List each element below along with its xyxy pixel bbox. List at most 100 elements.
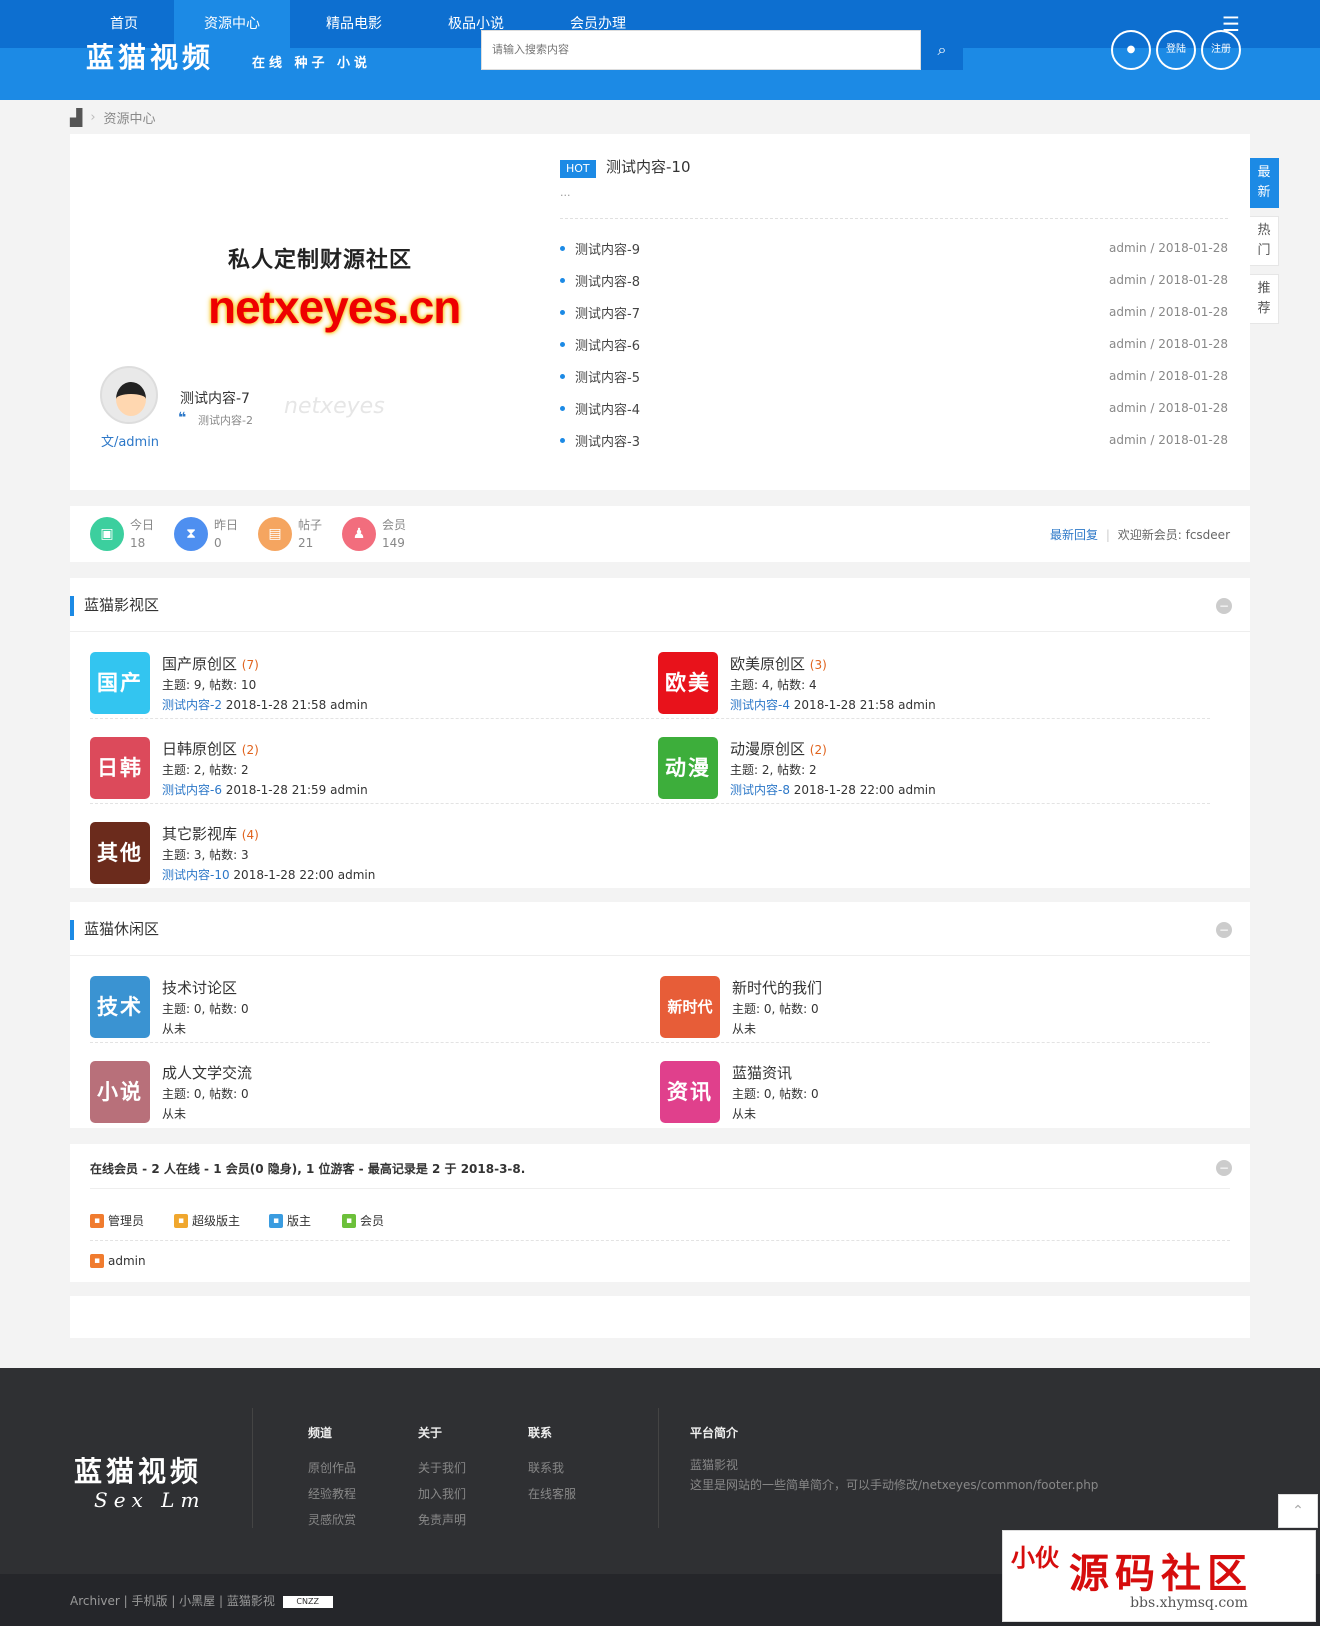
- forum-item[interactable]: 欧美 欧美原创区 (3) 主题: 4, 帖数: 4 测试内容-4 2018-1-…: [638, 632, 1206, 716]
- author-link[interactable]: 文/admin: [100, 431, 160, 450]
- last-post-link[interactable]: 测试内容-8: [730, 783, 790, 797]
- divider: [658, 1408, 659, 1528]
- forum-stats: 主题: 0, 帖数: 0: [162, 1087, 249, 1101]
- forum-icon[interactable]: 日韩: [90, 737, 150, 799]
- section-header: 蓝猫影视区 −: [70, 578, 1250, 632]
- last-post-link[interactable]: 测试内容-4: [730, 698, 790, 712]
- stat-posts: ▤ 帖子 21: [258, 516, 322, 552]
- forum-item[interactable]: 小说 成人文学交流 主题: 0, 帖数: 0 从未: [70, 1041, 638, 1125]
- last-post-link[interactable]: 测试内容-2: [162, 698, 222, 712]
- forum-icon[interactable]: 技术: [90, 976, 150, 1038]
- hero-image-domain: netxeyes.cn: [208, 281, 461, 333]
- forum-stats: 主题: 9, 帖数: 10: [162, 678, 257, 692]
- forum-last-post: 从未: [732, 1022, 757, 1036]
- section-header: 蓝猫休闲区 −: [70, 902, 1250, 956]
- last-post-link[interactable]: 测试内容-6: [162, 783, 222, 797]
- stat-members: ♟ 会员 149: [342, 516, 406, 552]
- site-logo[interactable]: 蓝猫视频: [86, 36, 214, 76]
- featured-quote: 测试内容-2: [198, 414, 253, 427]
- forum-item[interactable]: 其他 其它影视库 (4) 主题: 3, 帖数: 3 测试内容-10 2018-1…: [70, 802, 638, 886]
- list-item[interactable]: 测试内容-7 admin / 2018-01-28: [560, 296, 1228, 328]
- latest-reply-link[interactable]: 最新回复: [1050, 528, 1098, 542]
- side-tab-hot[interactable]: 热门: [1249, 216, 1279, 266]
- search-button[interactable]: ⌕: [921, 30, 963, 70]
- collapse-icon[interactable]: −: [1216, 598, 1232, 614]
- avatar-face-icon: [116, 382, 146, 416]
- empty-panel: [70, 1296, 1250, 1338]
- online-summary[interactable]: 在线会员 - 2 人在线 - 1 会员(0 隐身), 1 位游客 - 最高记录是…: [90, 1160, 525, 1177]
- hero-panel: 私人定制财源社区 netxeyes.cn 文/admin 测试内容-7 ❝ 测试…: [70, 134, 1250, 490]
- forum-name[interactable]: 欧美原创区: [730, 655, 805, 673]
- list-item[interactable]: 测试内容-4 admin / 2018-01-28: [560, 392, 1228, 424]
- admin-user-icon: ▪: [90, 1254, 104, 1268]
- nav-item-movies[interactable]: 精品电影: [296, 0, 412, 48]
- bullet-icon: [560, 405, 565, 411]
- breadcrumb-separator: ›: [90, 109, 96, 125]
- chart-bars-icon[interactable]: ▟: [70, 108, 82, 127]
- forum-item[interactable]: 日韩 日韩原创区 (2) 主题: 2, 帖数: 2 测试内容-6 2018-1-…: [70, 717, 638, 801]
- forum-name[interactable]: 技术讨论区: [162, 977, 237, 998]
- user-icon-button[interactable]: ●: [1111, 30, 1151, 70]
- register-button[interactable]: 注册: [1201, 30, 1241, 70]
- forum-icon[interactable]: 动漫: [658, 737, 718, 799]
- side-tab-latest[interactable]: 最新: [1249, 158, 1279, 208]
- featured-title[interactable]: 测试内容-7: [180, 388, 250, 408]
- forum-icon[interactable]: 资讯: [660, 1061, 720, 1123]
- divider: [252, 1408, 253, 1528]
- list-item[interactable]: 测试内容-5 admin / 2018-01-28: [560, 360, 1228, 392]
- list-item[interactable]: 测试内容-9 admin / 2018-01-28: [560, 232, 1228, 264]
- forum-item[interactable]: 技术 技术讨论区 主题: 0, 帖数: 0 从未: [70, 956, 638, 1040]
- back-to-top-button[interactable]: ⌃: [1278, 1494, 1318, 1528]
- hero-image[interactable]: 私人定制财源社区 netxeyes.cn: [208, 232, 461, 374]
- cnzz-badge[interactable]: CNZZ: [282, 1595, 333, 1608]
- watermark-badge: 小伙: [1011, 1543, 1059, 1572]
- breadcrumb: ▟ › 资源中心: [70, 106, 156, 128]
- forum-name[interactable]: 蓝猫资讯: [732, 1062, 792, 1083]
- list-item[interactable]: 测试内容-8 admin / 2018-01-28: [560, 264, 1228, 296]
- latest-list: 测试内容-9 admin / 2018-01-28 测试内容-8 admin / 2…: [560, 232, 1228, 456]
- bullet-icon: [560, 341, 565, 347]
- hourglass-icon: ⧗: [174, 517, 208, 551]
- section-title[interactable]: 蓝猫休闲区: [84, 918, 159, 939]
- forum-item[interactable]: 资讯 蓝猫资讯 主题: 0, 帖数: 0 从未: [640, 1041, 1208, 1125]
- side-tab-recommended[interactable]: 推荐: [1249, 274, 1279, 324]
- hot-title[interactable]: 测试内容-10: [606, 156, 691, 177]
- user-icon: ●: [1126, 44, 1136, 55]
- avatar[interactable]: [100, 366, 158, 424]
- forum-name[interactable]: 其它影视库: [162, 825, 237, 843]
- search-input[interactable]: [482, 31, 920, 69]
- legend-member: ▪ 会员: [342, 1212, 384, 1229]
- footer-logo[interactable]: 蓝猫视频: [74, 1450, 202, 1490]
- collapse-icon[interactable]: −: [1216, 922, 1232, 938]
- super-moderator-user-icon: ▪: [174, 1213, 188, 1228]
- forum-name[interactable]: 成人文学交流: [162, 1062, 252, 1083]
- forum-name[interactable]: 动漫原创区: [730, 740, 805, 758]
- forum-name[interactable]: 新时代的我们: [732, 977, 822, 998]
- forum-name[interactable]: 日韩原创区: [162, 740, 237, 758]
- welcome-new-member: 欢迎新会员: fcsdeer: [1117, 528, 1230, 542]
- bullet-icon: [560, 277, 565, 283]
- forum-name[interactable]: 国产原创区: [162, 655, 237, 673]
- list-item[interactable]: 测试内容-6 admin / 2018-01-28: [560, 328, 1228, 360]
- forum-item[interactable]: 新时代 新时代的我们 主题: 0, 帖数: 0 从未: [640, 956, 1208, 1040]
- online-user[interactable]: ▪ admin: [90, 1254, 146, 1268]
- login-button[interactable]: 登陆: [1156, 30, 1196, 70]
- forum-icon[interactable]: 新时代: [660, 976, 720, 1038]
- forum-last-post: 从未: [732, 1107, 757, 1121]
- bullet-icon: [560, 373, 565, 379]
- last-post-link[interactable]: 测试内容-10: [162, 868, 230, 882]
- forum-stats: 主题: 2, 帖数: 2: [162, 763, 249, 777]
- forum-icon[interactable]: 欧美: [658, 652, 718, 714]
- section-title[interactable]: 蓝猫影视区: [84, 594, 159, 615]
- list-item[interactable]: 测试内容-3 admin / 2018-01-28: [560, 424, 1228, 456]
- forum-icon[interactable]: 国产: [90, 652, 150, 714]
- search-icon: ⌕: [937, 40, 947, 59]
- forum-icon[interactable]: 小说: [90, 1061, 150, 1123]
- forum-icon[interactable]: 其他: [90, 822, 150, 884]
- collapse-icon[interactable]: −: [1216, 1160, 1232, 1176]
- forum-item[interactable]: 动漫 动漫原创区 (2) 主题: 2, 帖数: 2 测试内容-8 2018-1-…: [638, 717, 1206, 801]
- forum-stats: 主题: 0, 帖数: 0: [732, 1087, 819, 1101]
- member-icon: ♟: [342, 517, 376, 551]
- forum-stats: 主题: 2, 帖数: 2: [730, 763, 817, 777]
- forum-item[interactable]: 国产 国产原创区 (7) 主题: 9, 帖数: 10 测试内容-2 2018-1…: [70, 632, 638, 716]
